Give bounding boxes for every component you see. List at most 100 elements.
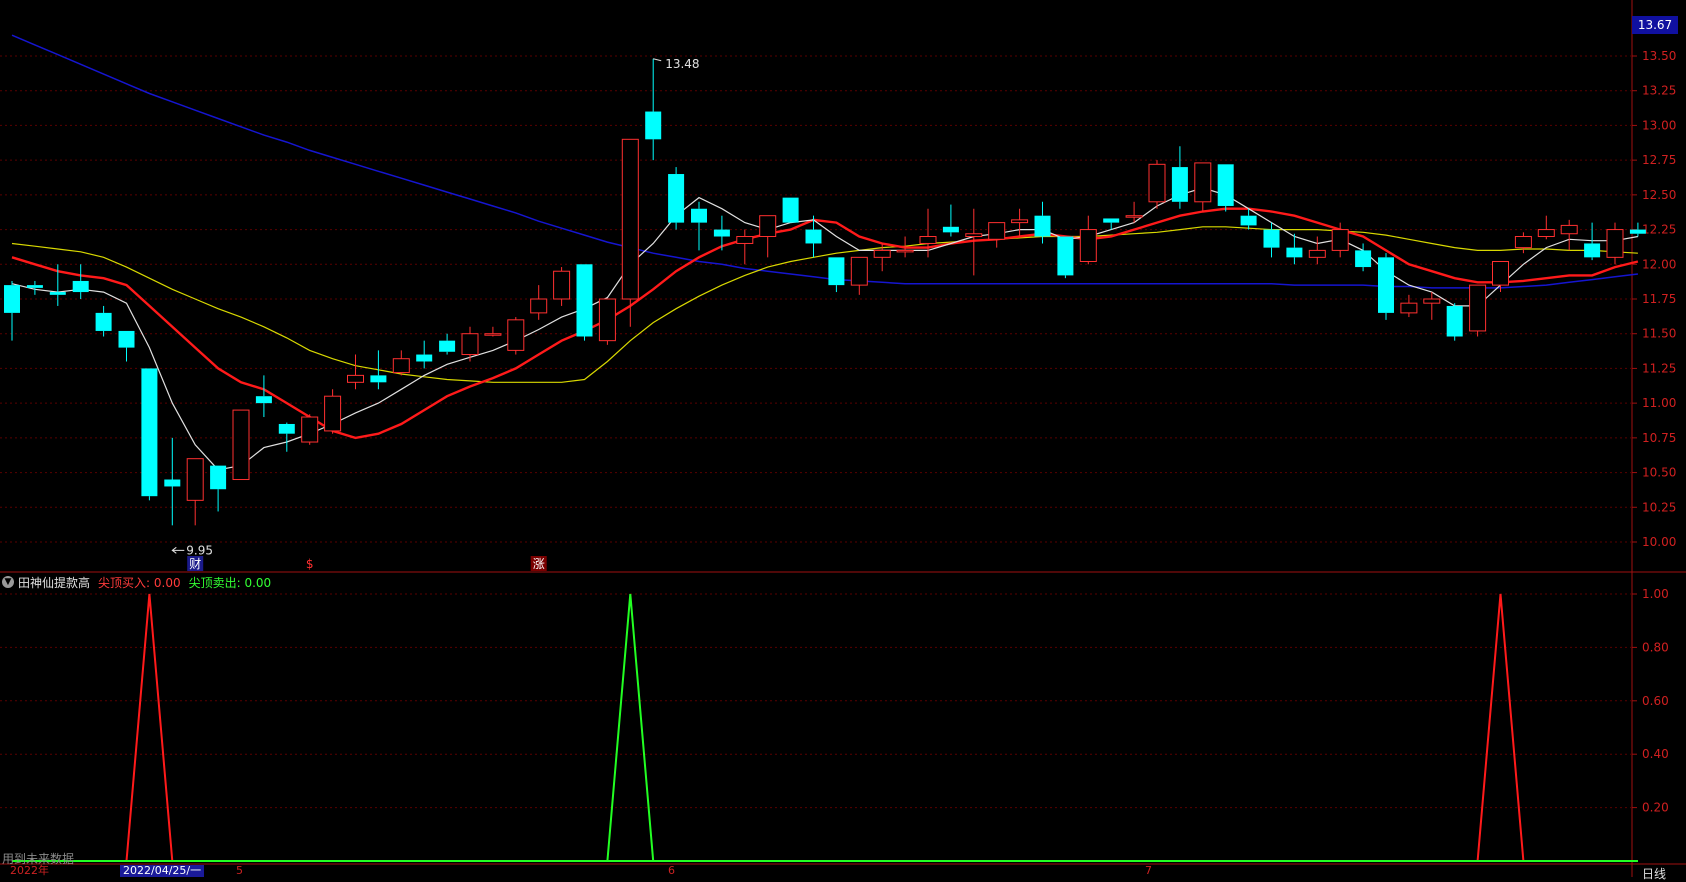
candle: [576, 264, 593, 341]
candle: [1584, 222, 1601, 261]
candle: [782, 197, 799, 223]
ma-blue-line: [11, 34, 1638, 289]
candle: [484, 326, 502, 337]
collapse-arrow-icon[interactable]: ▼: [2, 576, 14, 588]
high-marker-arrow: [653, 58, 662, 62]
candle-body-up: [896, 249, 914, 253]
price-tick-label: 11.50: [1642, 327, 1676, 341]
candle: [301, 414, 319, 445]
candle: [553, 267, 571, 306]
price-tick-label: 10.00: [1642, 535, 1676, 549]
candle: [347, 354, 364, 390]
candle-body-up: [1492, 261, 1509, 286]
price-tick-label: 10.25: [1642, 500, 1676, 514]
candle: [1537, 215, 1555, 240]
candle: [1148, 160, 1166, 209]
candle-body-down: [1171, 167, 1188, 202]
candle-body-up: [461, 333, 479, 356]
candle-body-up: [1148, 163, 1166, 203]
candle-body-up: [1423, 298, 1441, 304]
candle: [439, 333, 456, 355]
candle: [1423, 292, 1441, 320]
candle: [691, 201, 707, 251]
candle-body-up: [1194, 162, 1212, 203]
candle-body-down: [49, 292, 66, 295]
candle-body-down: [278, 423, 295, 434]
candle-body-down: [1584, 243, 1601, 258]
candle: [1446, 303, 1463, 341]
candle: [141, 368, 158, 501]
candle-body-down: [1263, 229, 1280, 248]
candle-body-down: [1103, 218, 1120, 223]
candle-body-up: [1331, 229, 1349, 251]
candle: [828, 257, 845, 293]
price-tick-label: 11.00: [1642, 396, 1676, 410]
candle-body-up: [507, 319, 525, 351]
candle-body-up: [621, 138, 639, 300]
candle: [645, 58, 662, 161]
candle: [759, 215, 777, 258]
indicator-name[interactable]: 田神仙提款高: [18, 574, 90, 591]
month-label-7: 7: [1145, 864, 1152, 877]
candle-body-down: [210, 465, 227, 490]
candle: [1194, 162, 1212, 212]
candle-body-down: [645, 111, 662, 140]
candle-body-up: [1514, 236, 1532, 249]
candle-body-down: [691, 208, 707, 223]
month-label-6: 6: [668, 864, 675, 877]
event-marker-1: $: [306, 557, 314, 571]
price-tick-label: 13.00: [1642, 118, 1676, 132]
candle-body-down: [1378, 257, 1394, 313]
period-label[interactable]: 日线: [1642, 865, 1666, 882]
candle-body-up: [850, 256, 868, 286]
candle-body-up: [736, 236, 754, 244]
candle-body-up: [988, 222, 1006, 240]
indicator-buy-value: 尖顶买入: 0.00: [98, 575, 181, 590]
candle-body-down: [1286, 247, 1303, 258]
price-tick-label: 10.50: [1642, 466, 1676, 480]
candle: [26, 280, 43, 295]
candle-body-down: [576, 264, 593, 337]
candle: [1560, 219, 1578, 251]
indicator-tick-label: 0.20: [1642, 801, 1669, 815]
candle-body-down: [439, 340, 456, 352]
candle-body-down: [255, 396, 272, 404]
candle-body-down: [4, 285, 20, 313]
candle: [507, 317, 525, 355]
candle: [164, 437, 181, 526]
candle-body-down: [713, 229, 730, 237]
candle-body-up: [232, 409, 250, 481]
candle: [1400, 294, 1418, 318]
price-tick-label: 13.50: [1642, 49, 1676, 63]
candle-body-down: [1034, 215, 1051, 237]
price-tick-label: 12.00: [1642, 257, 1676, 271]
candle: [392, 350, 410, 376]
candle-body-up: [530, 298, 548, 314]
candle-body-up: [1469, 284, 1487, 332]
candle-body-up: [553, 270, 571, 300]
candle-body-up: [965, 233, 983, 238]
price-tick-label: 11.75: [1642, 292, 1676, 306]
candle: [1011, 208, 1029, 237]
candle-body-up: [347, 374, 364, 383]
candle: [95, 305, 112, 337]
candle-body-down: [1057, 236, 1074, 276]
low-marker-arrow: [171, 546, 185, 554]
price-tick-label: 11.25: [1642, 361, 1676, 375]
stock-chart[interactable]: 13.50 13.25 13.00 12.75 12.50 12.25 12.00 11.75…: [0, 0, 1686, 877]
candle-body-down: [805, 229, 822, 244]
candle: [232, 409, 250, 481]
candle-body-up: [1125, 215, 1143, 218]
low-price-label: 9.95: [186, 543, 213, 557]
candle: [210, 465, 227, 512]
candle: [416, 340, 433, 369]
candle: [255, 375, 272, 418]
candle: [1469, 284, 1487, 337]
candle-body-up: [1011, 219, 1029, 224]
candle-body-down: [416, 354, 433, 362]
indicator-tick-label: 0.60: [1642, 694, 1669, 708]
candle: [1514, 232, 1532, 254]
candle: [621, 138, 639, 327]
candle-body-up: [186, 458, 204, 501]
ma-yellow-line: [11, 226, 1638, 383]
